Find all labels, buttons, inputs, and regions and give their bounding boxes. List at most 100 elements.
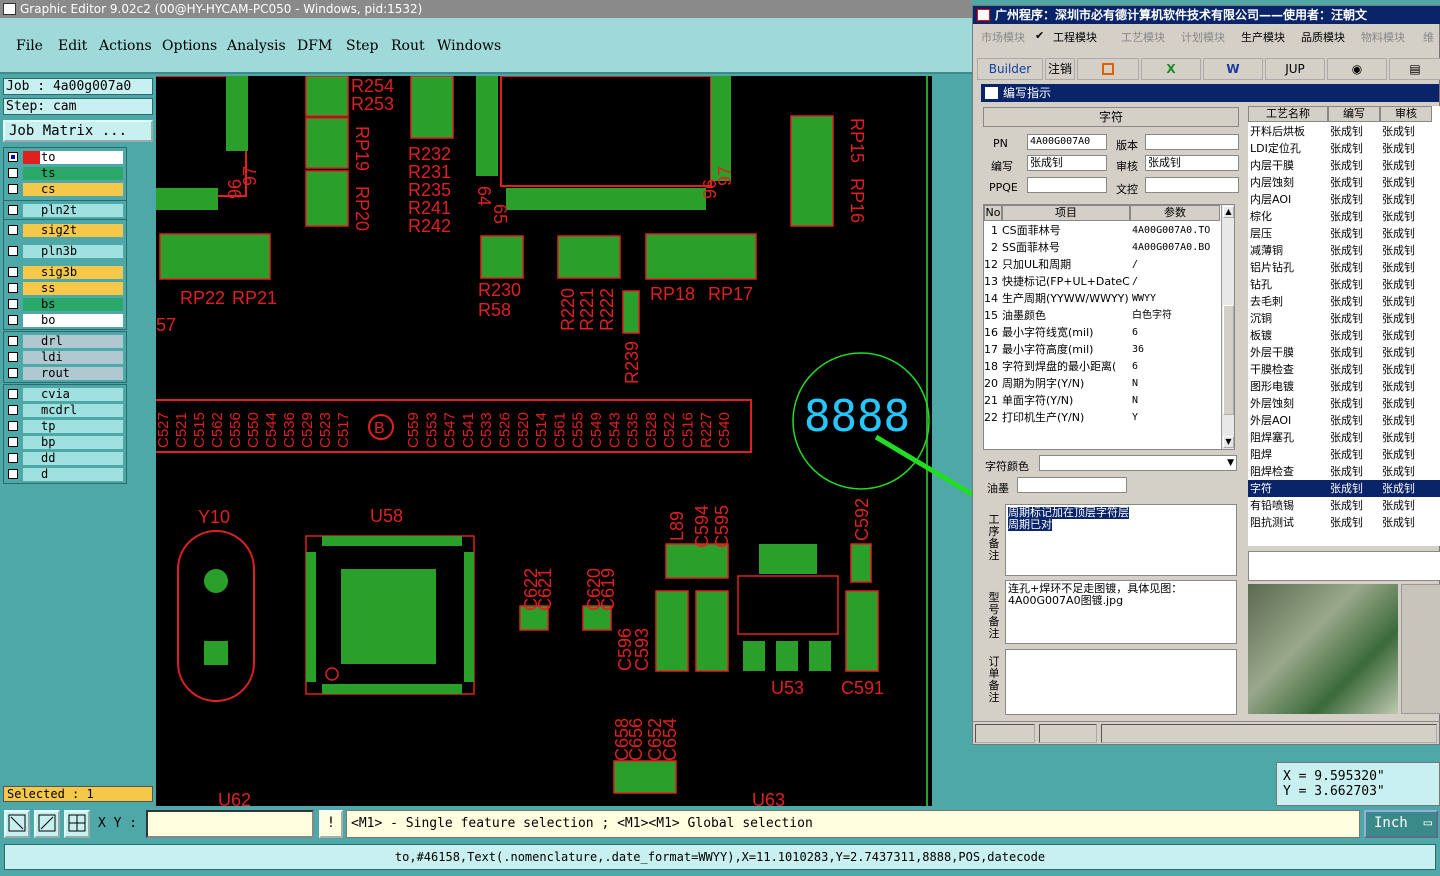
unit-select[interactable]: Inch ▭ xyxy=(1364,810,1438,838)
layer-color-swatch[interactable] xyxy=(23,224,40,237)
layer-name[interactable]: pln2t xyxy=(40,204,123,217)
process-row[interactable]: 减薄铜 张成钊 张成钊 xyxy=(1248,242,1440,259)
layer-checkbox[interactable] xyxy=(8,205,18,215)
layer-row-cvia[interactable]: cvia xyxy=(5,387,125,402)
component-label[interactable]: R230 xyxy=(478,280,521,300)
layer-checkbox[interactable] xyxy=(8,246,18,256)
info-button[interactable]: ! xyxy=(319,810,343,838)
excel-icon[interactable]: X xyxy=(1141,58,1201,80)
item-row[interactable]: 13 快捷标记(FP+UL+DateCo / xyxy=(984,273,1220,290)
pcb-view[interactable]: B 8888 R254R253RP19RP20R232R231R235R241R… xyxy=(156,76,932,806)
process-row[interactable]: 图形电镀 张成钊 张成钊 xyxy=(1248,378,1440,395)
process-row[interactable]: 铝片钻孔 张成钊 张成钊 xyxy=(1248,259,1440,276)
process-row[interactable]: 阻焊 张成钊 张成钊 xyxy=(1248,446,1440,463)
layer-row-bo[interactable]: bo xyxy=(5,313,125,328)
item-row[interactable]: 12 只加UL和周期 / xyxy=(984,256,1220,273)
bus-component-label[interactable]: C520 xyxy=(515,412,532,448)
process-row[interactable]: 外层干膜 张成钊 张成钊 xyxy=(1248,344,1440,361)
layer-checkbox[interactable] xyxy=(8,352,18,362)
process-row[interactable]: 开料后烘板 张成钊 张成钊 xyxy=(1248,123,1440,140)
process-row[interactable]: 内层干膜 张成钊 张成钊 xyxy=(1248,157,1440,174)
process-row[interactable]: 去毛刺 张成钊 张成钊 xyxy=(1248,293,1440,310)
process-row[interactable]: 内层蚀刻 张成钊 张成钊 xyxy=(1248,174,1440,191)
layer-checkbox[interactable] xyxy=(8,152,18,162)
process-row[interactable]: LDI定位孔 张成钊 张成钊 xyxy=(1248,140,1440,157)
menu-options[interactable]: Options xyxy=(162,38,217,54)
component-label[interactable]: R220 xyxy=(558,288,578,331)
layer-name[interactable]: dd xyxy=(40,452,123,465)
builder-button[interactable]: Builder xyxy=(977,58,1043,80)
item-row[interactable]: 15 油墨颜色 白色字符 xyxy=(984,307,1220,324)
item-row[interactable]: 14 生产周期(YYWW/WWYY) WWYY xyxy=(984,290,1220,307)
layer-color-swatch[interactable] xyxy=(23,204,40,217)
bus-component-label[interactable]: C540 xyxy=(716,412,733,448)
writer-field[interactable]: 张成钊 xyxy=(1027,155,1107,171)
layer-name[interactable]: pln3b xyxy=(40,245,123,258)
component-label[interactable]: RP16 xyxy=(847,178,867,223)
process-row[interactable]: 有铅喷锡 张成钊 张成钊 xyxy=(1248,497,1440,514)
layer-color-swatch[interactable] xyxy=(23,436,40,449)
scroll-down-icon[interactable]: ▼ xyxy=(1223,436,1234,448)
module-maintenance[interactable]: 维 xyxy=(1423,29,1434,45)
bus-component-label[interactable]: C541 xyxy=(460,412,477,448)
menu-step[interactable]: Step xyxy=(346,38,378,54)
item-row[interactable]: 22 打印机生产(Y/N) Y xyxy=(984,409,1220,426)
component-label[interactable]: U62 xyxy=(218,790,251,806)
pn-field[interactable]: 4A00G007A0 xyxy=(1027,134,1107,150)
bus-component-label[interactable]: C536 xyxy=(281,412,298,448)
process-row[interactable]: 阻焊塞孔 张成钊 张成钊 xyxy=(1248,429,1440,446)
process-row[interactable]: 板镀 张成钊 张成钊 xyxy=(1248,327,1440,344)
process-row[interactable]: 外层AOI 张成钊 张成钊 xyxy=(1248,412,1440,429)
component-label[interactable]: RP17 xyxy=(708,284,753,304)
menu-dfm[interactable]: DFM xyxy=(297,38,332,54)
layer-checkbox[interactable] xyxy=(8,225,18,235)
menu-actions[interactable]: Actions xyxy=(99,38,152,54)
component-label[interactable]: R231 xyxy=(408,162,451,182)
eye-icon[interactable]: ◉ xyxy=(1327,58,1387,80)
component-label[interactable]: C593 xyxy=(632,628,652,671)
layer-color-swatch[interactable] xyxy=(23,245,40,258)
item-row[interactable]: 16 最小字符线宽(mil) 6 xyxy=(984,324,1220,341)
menu-windows[interactable]: Windows xyxy=(437,38,501,54)
bus-component-label[interactable]: C535 xyxy=(625,412,642,448)
component-label[interactable]: RP19 xyxy=(352,126,372,171)
menu-analysis[interactable]: Analysis xyxy=(227,38,286,54)
layer-row-pln2t[interactable]: pln2t xyxy=(5,203,125,218)
layer-color-swatch[interactable] xyxy=(23,404,40,417)
layer-name[interactable]: mcdrl xyxy=(40,404,123,417)
component-label[interactable]: R253 xyxy=(351,94,394,114)
layer-row-to[interactable]: to xyxy=(5,150,125,165)
print-icon[interactable] xyxy=(1077,58,1139,80)
component-label[interactable]: RP15 xyxy=(847,118,867,163)
component-label[interactable]: R254 xyxy=(351,76,394,96)
layer-checkbox[interactable] xyxy=(8,267,18,277)
job-matrix-button[interactable]: Job Matrix ... xyxy=(3,120,153,142)
layer-checkbox[interactable] xyxy=(8,184,18,194)
jup-button[interactable]: JUP xyxy=(1265,58,1325,80)
layer-checkbox[interactable] xyxy=(8,421,18,431)
layer-color-swatch[interactable] xyxy=(23,351,40,364)
bus-component-label[interactable]: C562 xyxy=(209,412,226,448)
bus-component-label[interactable]: C559 xyxy=(405,412,422,448)
datecode-text[interactable]: 8888 xyxy=(804,391,910,442)
component-label[interactable]: R242 xyxy=(408,216,451,236)
component-label[interactable]: RP22 xyxy=(180,288,225,308)
bus-component-label[interactable]: C547 xyxy=(442,412,459,448)
component-label[interactable]: R232 xyxy=(408,144,451,164)
bus-component-label[interactable]: C553 xyxy=(423,412,440,448)
reviewer-field[interactable]: 张成钊 xyxy=(1145,155,1239,171)
process-row[interactable]: 字符 张成钊 张成钊 xyxy=(1248,480,1440,497)
measure-icon[interactable] xyxy=(34,810,60,838)
layer-checkbox[interactable] xyxy=(8,299,18,309)
bus-component-label[interactable]: C555 xyxy=(570,412,587,448)
layer-color-swatch[interactable] xyxy=(23,151,40,164)
layer-name[interactable]: bp xyxy=(40,436,123,449)
word-icon[interactable]: W xyxy=(1203,58,1263,80)
layer-row-d[interactable]: d xyxy=(5,467,125,482)
bus-component-label[interactable]: C549 xyxy=(588,412,605,448)
control-field[interactable] xyxy=(1145,177,1239,193)
bus-component-label[interactable]: C514 xyxy=(533,412,550,448)
item-row[interactable]: 18 字符到焊盘的最小距离(6 xyxy=(984,358,1220,375)
process-row[interactable]: 阻焊检查 张成钊 张成钊 xyxy=(1248,463,1440,480)
component-label[interactable]: U58 xyxy=(370,506,403,526)
